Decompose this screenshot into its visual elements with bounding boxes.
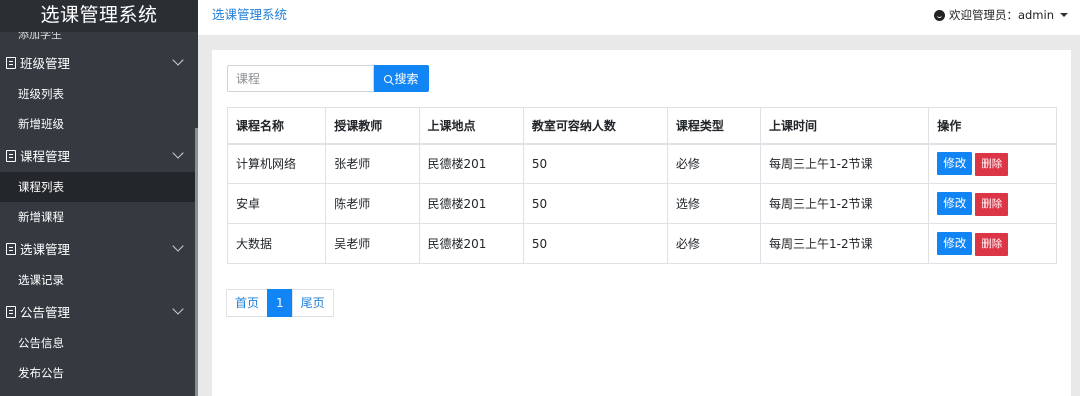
- app-brand: 选课管理系统: [0, 0, 198, 32]
- sidebar-item-add-course[interactable]: 新增课程: [0, 202, 198, 232]
- sidebar-item-class-list[interactable]: 班级列表: [0, 79, 198, 109]
- sidebar-item-add-student[interactable]: 添加学生: [0, 32, 198, 46]
- chevron-down-icon: [172, 54, 184, 66]
- delete-button[interactable]: 删除: [975, 232, 1009, 256]
- cell-teacher: 张老师: [325, 143, 420, 184]
- table-header-row: 课程名称 授课教师 上课地点 教室可容纳人数 课程类型 上课时间 操作: [226, 107, 1057, 145]
- cell-actions: 修改 删除: [928, 183, 1057, 224]
- page-last-link[interactable]: 尾页: [291, 289, 334, 317]
- top-header: 选课管理系统 欢迎管理员：admin: [198, 0, 1080, 35]
- cell-capacity: 50: [522, 223, 668, 264]
- cell-course-type: 必修: [666, 223, 762, 264]
- sidebar-item-publish-notice[interactable]: 发布公告: [0, 358, 198, 388]
- sidebar-item-notice-info[interactable]: 公告信息: [0, 328, 198, 358]
- sidebar-group-class[interactable]: 班级管理: [0, 46, 198, 79]
- search-button[interactable]: 搜索: [374, 65, 429, 92]
- column-header: 操作: [928, 107, 1057, 145]
- delete-button[interactable]: 删除: [975, 192, 1009, 216]
- table-row: 大数据 吴老师 民德楼201 50 必修 每周三上午1-2节课 修改 删除: [226, 223, 1057, 264]
- cell-teacher: 陈老师: [325, 183, 420, 224]
- edit-button[interactable]: 修改: [937, 191, 973, 215]
- delete-button[interactable]: 删除: [975, 152, 1009, 176]
- edit-button[interactable]: 修改: [937, 231, 973, 255]
- sidebar-group-label: 班级管理: [20, 56, 71, 71]
- document-icon: [6, 305, 16, 318]
- content-card: 搜索 课程名称 授课教师 上课地点 教室可容纳人数 课程类型 上课时间 操作 计…: [212, 50, 1071, 396]
- cell-schedule: 每周三上午1-2节课: [760, 223, 930, 264]
- sidebar-item-course-list[interactable]: 课程列表: [0, 172, 198, 202]
- cell-schedule: 每周三上午1-2节课: [760, 183, 930, 224]
- document-icon: [6, 56, 16, 69]
- cell-location: 民德楼201: [418, 183, 524, 224]
- cell-location: 民德楼201: [418, 223, 524, 264]
- sidebar-group-label: 公告管理: [20, 305, 71, 320]
- sidebar-group-label: 选课管理: [20, 242, 71, 257]
- chevron-down-icon: [172, 240, 184, 252]
- chevron-down-icon: [172, 303, 184, 315]
- sidebar-item-add-class[interactable]: 新增班级: [0, 109, 198, 139]
- sidebar-group-course[interactable]: 课程管理: [0, 139, 198, 172]
- column-header: 上课时间: [760, 107, 930, 145]
- sidebar-group-label: 课程管理: [20, 149, 71, 164]
- cell-course-name: 安卓: [226, 183, 327, 224]
- cell-course-name: 大数据: [226, 223, 327, 264]
- search-icon: [384, 74, 393, 83]
- cell-capacity: 50: [522, 183, 668, 224]
- search-input[interactable]: [227, 65, 374, 92]
- course-table: 课程名称 授课教师 上课地点 教室可容纳人数 课程类型 上课时间 操作 计算机网…: [226, 107, 1057, 264]
- sidebar-item-selection-records[interactable]: 选课记录: [0, 265, 198, 295]
- cell-course-type: 必修: [666, 143, 762, 184]
- cell-schedule: 每周三上午1-2节课: [760, 143, 930, 184]
- search-button-label: 搜索: [394, 72, 419, 86]
- user-menu[interactable]: 欢迎管理员：admin: [933, 7, 1068, 23]
- caret-down-icon: [1060, 13, 1068, 17]
- table-row: 计算机网络 张老师 民德楼201 50 必修 每周三上午1-2节课 修改 删除: [226, 143, 1057, 184]
- cell-capacity: 50: [522, 143, 668, 184]
- chevron-down-icon: [172, 147, 184, 159]
- user-greeting: 欢迎管理员：admin: [948, 8, 1054, 22]
- header-title[interactable]: 选课管理系统: [212, 4, 287, 23]
- cell-actions: 修改 删除: [928, 223, 1057, 264]
- document-icon: [6, 242, 16, 255]
- table-row: 安卓 陈老师 民德楼201 50 选修 每周三上午1-2节课 修改 删除: [226, 183, 1057, 224]
- sidebar: 选课管理系统 添加学生 班级管理 班级列表 新增班级 课程管理 课程列表 新增课…: [0, 0, 198, 396]
- cell-location: 民德楼201: [418, 143, 524, 184]
- cell-course-type: 选修: [666, 183, 762, 224]
- cell-teacher: 吴老师: [325, 223, 420, 264]
- sidebar-group-selection[interactable]: 选课管理: [0, 232, 198, 265]
- page-first-link[interactable]: 首页: [226, 289, 269, 317]
- edit-button[interactable]: 修改: [937, 151, 973, 175]
- document-icon: [6, 149, 16, 162]
- smile-icon: [933, 9, 945, 21]
- cell-course-name: 计算机网络: [226, 143, 327, 184]
- column-header: 授课教师: [325, 107, 420, 145]
- column-header: 课程类型: [666, 107, 762, 145]
- sidebar-scrollbar[interactable]: [195, 128, 198, 396]
- column-header: 课程名称: [226, 107, 327, 145]
- page-current[interactable]: 1: [267, 289, 293, 317]
- column-header: 教室可容纳人数: [522, 107, 668, 145]
- column-header: 上课地点: [418, 107, 524, 145]
- cell-actions: 修改 删除: [928, 143, 1057, 184]
- pagination: 首页 1 尾页: [226, 289, 334, 317]
- sidebar-group-notice[interactable]: 公告管理: [0, 295, 198, 328]
